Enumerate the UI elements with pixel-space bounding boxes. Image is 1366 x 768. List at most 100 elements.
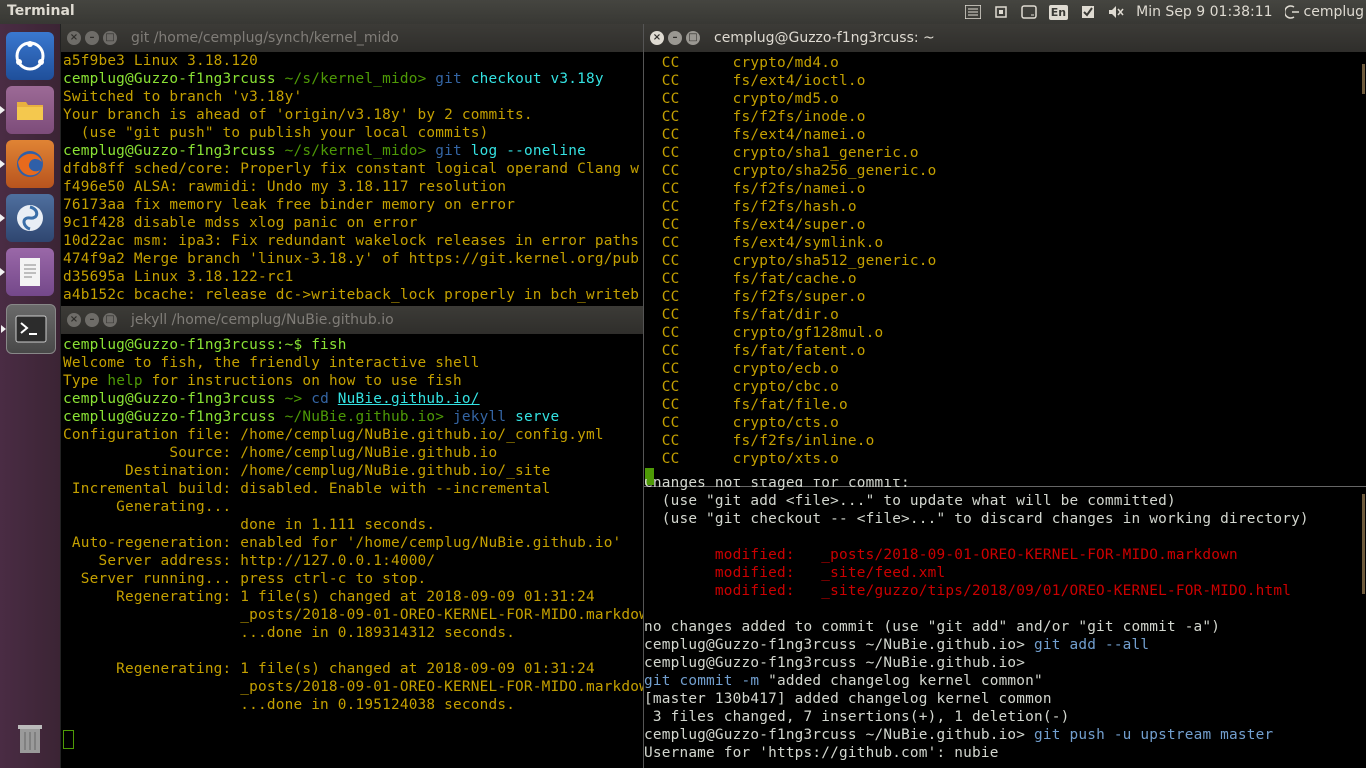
minimize-window-button[interactable]: – bbox=[85, 31, 99, 45]
window-titlebar[interactable]: × – □ cemplug@Guzzo-f1ng3rcuss: ~ bbox=[644, 24, 1366, 52]
files-launcher[interactable] bbox=[0, 86, 54, 134]
terminal-window-git[interactable]: × – □ git /home/cemplug/synch/kernel_mid… bbox=[61, 24, 643, 308]
terminal-output[interactable]: cemplug@Guzzo-f1ng3rcuss:~$ fish Welcome … bbox=[63, 336, 643, 768]
minimize-window-button[interactable]: – bbox=[668, 31, 682, 45]
window-titlebar[interactable]: × – □ git /home/cemplug/synch/kernel_mid… bbox=[61, 24, 643, 52]
scrollbar[interactable] bbox=[1362, 64, 1365, 94]
terminal-text: Your branch is ahead of 'origin/v3.18y' … bbox=[63, 107, 533, 123]
terminal-line: Server running... press ctrl-c to stop. bbox=[63, 570, 643, 588]
close-window-button[interactable]: × bbox=[650, 31, 664, 45]
terminal-line: Destination: /home/cemplug/NuBie.github.… bbox=[63, 462, 643, 480]
terminal-line: cemplug@Guzzo-f1ng3rcuss:~$ fish bbox=[63, 336, 643, 354]
terminal-text: CC crypto/xts.o bbox=[644, 451, 840, 467]
text-editor-launcher[interactable] bbox=[0, 248, 54, 296]
volume-muted-icon[interactable] bbox=[1108, 0, 1124, 24]
terminal-line: cemplug@Guzzo-f1ng3rcuss ~/NuBie.github.… bbox=[644, 636, 1366, 654]
minimize-window-button[interactable]: – bbox=[85, 313, 99, 327]
aurora-launcher[interactable] bbox=[0, 194, 54, 242]
terminal-text: CC fs/f2fs/hash.o bbox=[644, 199, 857, 215]
build-output-pane[interactable]: CC crypto/md4.o CC fs/ext4/ioctl.o CC cr… bbox=[644, 54, 1366, 486]
terminal-line: cemplug@Guzzo-f1ng3rcuss ~/s/kernel_mido… bbox=[63, 142, 643, 160]
close-window-button[interactable]: × bbox=[67, 313, 81, 327]
terminal-text: Server running... press ctrl-c to stop. bbox=[63, 571, 427, 587]
terminal-line: modified: _site/guzzo/tips/2018/09/01/OR… bbox=[644, 582, 1366, 600]
window-titlebar[interactable]: × – □ jekyll /home/cemplug/NuBie.github.… bbox=[61, 306, 643, 334]
terminal-line: 9c1f428 disable mdss xlog panic on error bbox=[63, 214, 643, 232]
document-icon bbox=[20, 258, 40, 286]
ubuntu-logo-icon bbox=[15, 41, 45, 71]
terminal-text: CC fs/ext4/ioctl.o bbox=[644, 73, 866, 89]
active-app-name: Terminal bbox=[7, 3, 75, 19]
terminal-output[interactable]: a5f9be3 Linux 3.18.120 cemplug@Guzzo-f1ng… bbox=[63, 52, 643, 308]
terminal-text: ~/NuBie.github.io> bbox=[865, 655, 1035, 671]
swirl-icon bbox=[17, 205, 43, 231]
terminal-text: ~> bbox=[284, 391, 312, 407]
terminal-line: cemplug@Guzzo-f1ng3rcuss ~/NuBie.github.… bbox=[644, 726, 1366, 744]
close-window-button[interactable]: × bbox=[67, 31, 81, 45]
terminal-text: Source: /home/cemplug/NuBie.github.io bbox=[63, 445, 498, 461]
terminal-line: CC fs/f2fs/inline.o bbox=[644, 432, 1366, 450]
terminal-line: Switched to branch 'v3.18y' bbox=[63, 88, 643, 106]
terminal-text: log --oneline bbox=[470, 143, 586, 159]
terminal-text: Auto-regeneration: enabled for '/home/ce… bbox=[63, 535, 622, 551]
terminal-text: [master 130b417] added changelog kernel … bbox=[644, 691, 1052, 707]
terminal-line: cemplug@Guzzo-f1ng3rcuss ~/NuBie.github.… bbox=[644, 654, 1366, 672]
maximize-window-button[interactable]: □ bbox=[103, 31, 117, 45]
terminal-text: 474f9a2 Merge branch 'linux-3.18.y' of h… bbox=[63, 251, 640, 267]
running-indicator bbox=[1, 325, 6, 333]
terminal-icon bbox=[15, 315, 47, 343]
terminal-text: Regenerating: 1 file(s) changed at 2018-… bbox=[63, 661, 595, 677]
terminal-text: CC crypto/cts.o bbox=[644, 415, 840, 431]
terminal-line: d35695a Linux 3.18.122-rc1 bbox=[63, 268, 643, 286]
running-indicator bbox=[0, 160, 5, 168]
terminal-text: f496e50 ALSA: rawmidi: Undo my 3.18.117 … bbox=[63, 179, 507, 195]
cpu-icon[interactable] bbox=[993, 0, 1009, 24]
clock[interactable]: Min Sep 9 01:38:11 bbox=[1136, 0, 1272, 24]
maximize-window-button[interactable]: □ bbox=[103, 313, 117, 327]
maximize-window-button[interactable]: □ bbox=[686, 31, 700, 45]
dash-button[interactable] bbox=[6, 32, 54, 80]
git-output-pane[interactable]: Changes not staged for commit: (use "git… bbox=[644, 479, 1366, 768]
window-title: git /home/cemplug/synch/kernel_mido bbox=[131, 30, 399, 46]
terminal-window-jekyll[interactable]: × – □ jekyll /home/cemplug/NuBie.github.… bbox=[61, 306, 643, 768]
terminal-text: git bbox=[435, 71, 471, 87]
terminal-line: CC fs/f2fs/hash.o bbox=[644, 198, 1366, 216]
terminal-line: CC fs/ext4/super.o bbox=[644, 216, 1366, 234]
terminal-line: Your branch is ahead of 'origin/v3.18y' … bbox=[63, 106, 643, 124]
terminal-text: cemplug@Guzzo-f1ng3rcuss bbox=[63, 391, 285, 407]
keyboard-layout-indicator[interactable]: En bbox=[1048, 0, 1069, 24]
terminal-line: CC fs/ext4/namei.o bbox=[644, 126, 1366, 144]
terminal-text: CC crypto/sha256_generic.o bbox=[644, 163, 937, 179]
terminal-line: Regenerating: 1 file(s) changed at 2018-… bbox=[63, 588, 643, 606]
terminal-line: CC fs/fat/dir.o bbox=[644, 306, 1366, 324]
terminal-line: Type help for instructions on how to use… bbox=[63, 372, 643, 390]
terminal-launcher[interactable] bbox=[1, 304, 56, 354]
menu-icon[interactable] bbox=[964, 0, 981, 24]
terminal-line: done in 1.111 seconds. bbox=[63, 516, 643, 534]
terminal-line: Regenerating: 1 file(s) changed at 2018-… bbox=[63, 660, 643, 678]
firefox-launcher[interactable] bbox=[0, 140, 54, 188]
scrollbar[interactable] bbox=[1362, 494, 1365, 594]
running-indicator bbox=[0, 214, 5, 222]
screen-icon[interactable] bbox=[1021, 0, 1037, 24]
running-indicator bbox=[0, 106, 5, 114]
user-menu[interactable]: cemplug bbox=[1284, 0, 1364, 24]
terminal-text: 76173aa fix memory leak free binder memo… bbox=[63, 197, 516, 213]
terminal-line: CC crypto/ecb.o bbox=[644, 360, 1366, 378]
trash-launcher[interactable] bbox=[6, 714, 54, 762]
terminal-text: git bbox=[1034, 637, 1070, 653]
terminal-text: serve bbox=[515, 409, 560, 425]
terminal-text: CC crypto/ecb.o bbox=[644, 361, 840, 377]
terminal-window-main[interactable]: × – □ cemplug@Guzzo-f1ng3rcuss: ~ CC cry… bbox=[643, 24, 1366, 768]
checklist-icon[interactable] bbox=[1080, 0, 1096, 24]
terminal-line: CC fs/ext4/ioctl.o bbox=[644, 72, 1366, 90]
terminal-line: CC fs/fat/cache.o bbox=[644, 270, 1366, 288]
terminal-text: for instructions on how to use fish bbox=[142, 373, 462, 389]
terminal-line: Auto-regeneration: enabled for '/home/ce… bbox=[63, 534, 643, 552]
terminal-text: git bbox=[644, 673, 680, 689]
terminal-text: done in 1.111 seconds. bbox=[63, 517, 436, 533]
terminal-line: Configuration file: /home/cemplug/NuBie.… bbox=[63, 426, 643, 444]
terminal-text: (use "git checkout -- <file>..." to disc… bbox=[644, 511, 1309, 527]
terminal-text: cemplug@Guzzo-f1ng3rcuss bbox=[63, 71, 285, 87]
